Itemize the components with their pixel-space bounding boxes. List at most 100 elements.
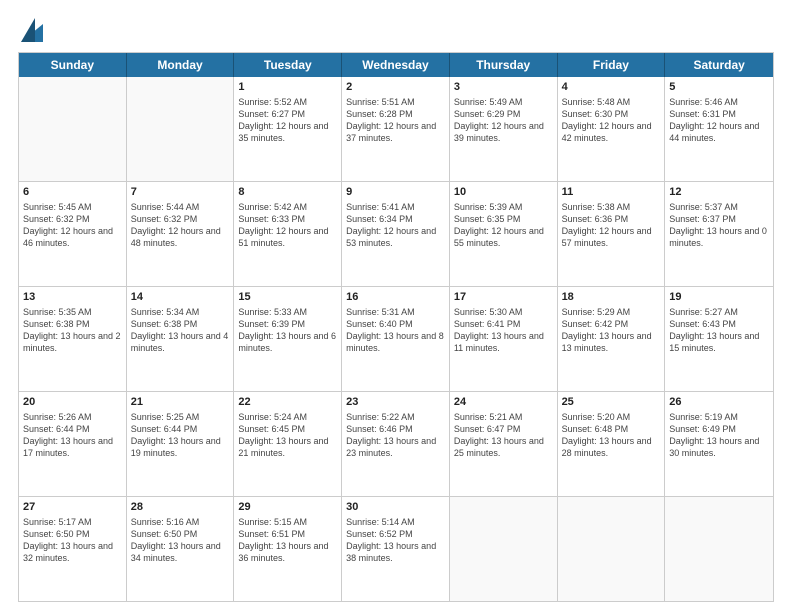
cell-info: Sunrise: 5:38 AMSunset: 6:36 PMDaylight:… xyxy=(562,201,661,250)
day-cell-11: 11Sunrise: 5:38 AMSunset: 6:36 PMDayligh… xyxy=(558,182,666,286)
day-cell-12: 12Sunrise: 5:37 AMSunset: 6:37 PMDayligh… xyxy=(665,182,773,286)
day-cell-1: 1Sunrise: 5:52 AMSunset: 6:27 PMDaylight… xyxy=(234,77,342,181)
day-number: 26 xyxy=(669,395,769,410)
calendar-row-1: 1Sunrise: 5:52 AMSunset: 6:27 PMDaylight… xyxy=(19,77,773,181)
day-number: 3 xyxy=(454,80,553,95)
day-cell-13: 13Sunrise: 5:35 AMSunset: 6:38 PMDayligh… xyxy=(19,287,127,391)
day-cell-22: 22Sunrise: 5:24 AMSunset: 6:45 PMDayligh… xyxy=(234,392,342,496)
cell-info: Sunrise: 5:44 AMSunset: 6:32 PMDaylight:… xyxy=(131,201,230,250)
cell-info: Sunrise: 5:51 AMSunset: 6:28 PMDaylight:… xyxy=(346,96,445,145)
day-cell-24: 24Sunrise: 5:21 AMSunset: 6:47 PMDayligh… xyxy=(450,392,558,496)
day-cell-27: 27Sunrise: 5:17 AMSunset: 6:50 PMDayligh… xyxy=(19,497,127,601)
day-cell-17: 17Sunrise: 5:30 AMSunset: 6:41 PMDayligh… xyxy=(450,287,558,391)
day-cell-empty xyxy=(19,77,127,181)
calendar-row-5: 27Sunrise: 5:17 AMSunset: 6:50 PMDayligh… xyxy=(19,496,773,601)
weekday-header-saturday: Saturday xyxy=(665,53,773,77)
day-number: 6 xyxy=(23,185,122,200)
day-number: 1 xyxy=(238,80,337,95)
cell-info: Sunrise: 5:29 AMSunset: 6:42 PMDaylight:… xyxy=(562,306,661,355)
day-number: 7 xyxy=(131,185,230,200)
day-cell-16: 16Sunrise: 5:31 AMSunset: 6:40 PMDayligh… xyxy=(342,287,450,391)
day-number: 16 xyxy=(346,290,445,305)
cell-info: Sunrise: 5:22 AMSunset: 6:46 PMDaylight:… xyxy=(346,411,445,460)
day-number: 2 xyxy=(346,80,445,95)
cell-info: Sunrise: 5:41 AMSunset: 6:34 PMDaylight:… xyxy=(346,201,445,250)
cell-info: Sunrise: 5:31 AMSunset: 6:40 PMDaylight:… xyxy=(346,306,445,355)
header xyxy=(18,18,774,42)
day-number: 17 xyxy=(454,290,553,305)
cell-info: Sunrise: 5:35 AMSunset: 6:38 PMDaylight:… xyxy=(23,306,122,355)
day-cell-6: 6Sunrise: 5:45 AMSunset: 6:32 PMDaylight… xyxy=(19,182,127,286)
cell-info: Sunrise: 5:20 AMSunset: 6:48 PMDaylight:… xyxy=(562,411,661,460)
day-number: 10 xyxy=(454,185,553,200)
day-number: 24 xyxy=(454,395,553,410)
day-cell-19: 19Sunrise: 5:27 AMSunset: 6:43 PMDayligh… xyxy=(665,287,773,391)
day-cell-18: 18Sunrise: 5:29 AMSunset: 6:42 PMDayligh… xyxy=(558,287,666,391)
day-number: 27 xyxy=(23,500,122,515)
day-cell-2: 2Sunrise: 5:51 AMSunset: 6:28 PMDaylight… xyxy=(342,77,450,181)
day-cell-29: 29Sunrise: 5:15 AMSunset: 6:51 PMDayligh… xyxy=(234,497,342,601)
day-number: 30 xyxy=(346,500,445,515)
calendar-body: 1Sunrise: 5:52 AMSunset: 6:27 PMDaylight… xyxy=(19,77,773,601)
day-cell-15: 15Sunrise: 5:33 AMSunset: 6:39 PMDayligh… xyxy=(234,287,342,391)
weekday-header-friday: Friday xyxy=(558,53,666,77)
day-number: 19 xyxy=(669,290,769,305)
day-cell-21: 21Sunrise: 5:25 AMSunset: 6:44 PMDayligh… xyxy=(127,392,235,496)
day-number: 25 xyxy=(562,395,661,410)
day-cell-8: 8Sunrise: 5:42 AMSunset: 6:33 PMDaylight… xyxy=(234,182,342,286)
day-number: 20 xyxy=(23,395,122,410)
calendar-header: SundayMondayTuesdayWednesdayThursdayFrid… xyxy=(19,53,773,77)
day-number: 28 xyxy=(131,500,230,515)
cell-info: Sunrise: 5:42 AMSunset: 6:33 PMDaylight:… xyxy=(238,201,337,250)
day-cell-empty xyxy=(450,497,558,601)
page: SundayMondayTuesdayWednesdayThursdayFrid… xyxy=(0,0,792,612)
day-cell-5: 5Sunrise: 5:46 AMSunset: 6:31 PMDaylight… xyxy=(665,77,773,181)
weekday-header-sunday: Sunday xyxy=(19,53,127,77)
day-cell-empty xyxy=(127,77,235,181)
day-cell-10: 10Sunrise: 5:39 AMSunset: 6:35 PMDayligh… xyxy=(450,182,558,286)
day-cell-4: 4Sunrise: 5:48 AMSunset: 6:30 PMDaylight… xyxy=(558,77,666,181)
day-cell-26: 26Sunrise: 5:19 AMSunset: 6:49 PMDayligh… xyxy=(665,392,773,496)
logo-icon xyxy=(21,14,43,42)
cell-info: Sunrise: 5:49 AMSunset: 6:29 PMDaylight:… xyxy=(454,96,553,145)
cell-info: Sunrise: 5:52 AMSunset: 6:27 PMDaylight:… xyxy=(238,96,337,145)
day-cell-empty xyxy=(558,497,666,601)
day-number: 21 xyxy=(131,395,230,410)
day-cell-30: 30Sunrise: 5:14 AMSunset: 6:52 PMDayligh… xyxy=(342,497,450,601)
cell-info: Sunrise: 5:34 AMSunset: 6:38 PMDaylight:… xyxy=(131,306,230,355)
calendar-row-3: 13Sunrise: 5:35 AMSunset: 6:38 PMDayligh… xyxy=(19,286,773,391)
cell-info: Sunrise: 5:48 AMSunset: 6:30 PMDaylight:… xyxy=(562,96,661,145)
day-number: 23 xyxy=(346,395,445,410)
cell-info: Sunrise: 5:26 AMSunset: 6:44 PMDaylight:… xyxy=(23,411,122,460)
calendar-row-4: 20Sunrise: 5:26 AMSunset: 6:44 PMDayligh… xyxy=(19,391,773,496)
cell-info: Sunrise: 5:27 AMSunset: 6:43 PMDaylight:… xyxy=(669,306,769,355)
weekday-header-tuesday: Tuesday xyxy=(234,53,342,77)
cell-info: Sunrise: 5:33 AMSunset: 6:39 PMDaylight:… xyxy=(238,306,337,355)
day-cell-9: 9Sunrise: 5:41 AMSunset: 6:34 PMDaylight… xyxy=(342,182,450,286)
day-number: 5 xyxy=(669,80,769,95)
weekday-header-monday: Monday xyxy=(127,53,235,77)
cell-info: Sunrise: 5:14 AMSunset: 6:52 PMDaylight:… xyxy=(346,516,445,565)
day-number: 29 xyxy=(238,500,337,515)
weekday-header-wednesday: Wednesday xyxy=(342,53,450,77)
day-number: 14 xyxy=(131,290,230,305)
day-cell-7: 7Sunrise: 5:44 AMSunset: 6:32 PMDaylight… xyxy=(127,182,235,286)
cell-info: Sunrise: 5:46 AMSunset: 6:31 PMDaylight:… xyxy=(669,96,769,145)
day-cell-20: 20Sunrise: 5:26 AMSunset: 6:44 PMDayligh… xyxy=(19,392,127,496)
day-cell-25: 25Sunrise: 5:20 AMSunset: 6:48 PMDayligh… xyxy=(558,392,666,496)
day-number: 11 xyxy=(562,185,661,200)
day-cell-empty xyxy=(665,497,773,601)
day-number: 9 xyxy=(346,185,445,200)
logo xyxy=(18,18,43,42)
cell-info: Sunrise: 5:45 AMSunset: 6:32 PMDaylight:… xyxy=(23,201,122,250)
day-number: 4 xyxy=(562,80,661,95)
day-number: 22 xyxy=(238,395,337,410)
day-number: 13 xyxy=(23,290,122,305)
cell-info: Sunrise: 5:15 AMSunset: 6:51 PMDaylight:… xyxy=(238,516,337,565)
cell-info: Sunrise: 5:17 AMSunset: 6:50 PMDaylight:… xyxy=(23,516,122,565)
weekday-header-thursday: Thursday xyxy=(450,53,558,77)
cell-info: Sunrise: 5:21 AMSunset: 6:47 PMDaylight:… xyxy=(454,411,553,460)
cell-info: Sunrise: 5:16 AMSunset: 6:50 PMDaylight:… xyxy=(131,516,230,565)
day-number: 12 xyxy=(669,185,769,200)
day-cell-3: 3Sunrise: 5:49 AMSunset: 6:29 PMDaylight… xyxy=(450,77,558,181)
